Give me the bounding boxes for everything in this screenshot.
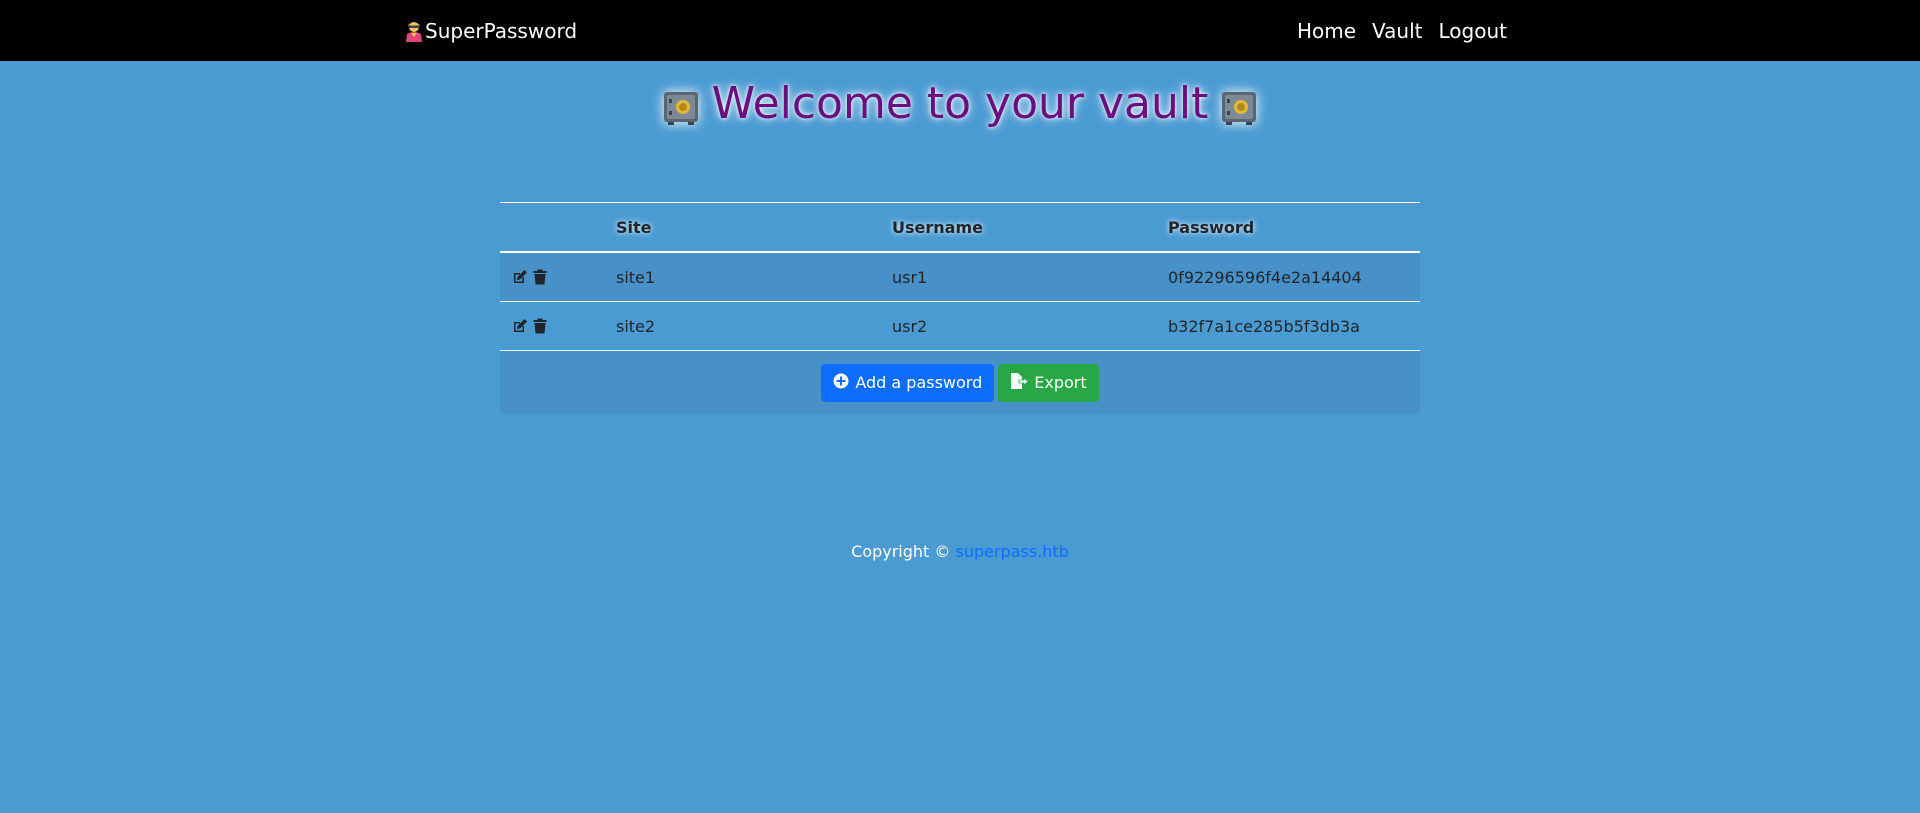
- row-site: site1: [604, 252, 880, 302]
- export-button[interactable]: Export: [998, 363, 1099, 402]
- safe-icon: [662, 85, 700, 125]
- export-label: Export: [1034, 373, 1087, 392]
- column-header-site: Site: [604, 202, 880, 253]
- page-title-text: Welcome to your vault: [711, 78, 1209, 129]
- table-row: site1 usr1 0f92296596f4e2a14404: [500, 252, 1420, 302]
- plus-circle-icon: [833, 373, 849, 393]
- row-actions: [500, 301, 604, 351]
- vault-table-container: Site Username Password site1 usr1 0f9229…: [500, 202, 1420, 414]
- page-title: Welcome to your vault: [0, 76, 1920, 132]
- table-row: site2 usr2 b32f7a1ce285b5f3db3a: [500, 301, 1420, 351]
- file-export-icon: [1010, 372, 1029, 393]
- add-password-button[interactable]: Add a password: [821, 363, 995, 402]
- edit-icon[interactable]: [512, 318, 528, 334]
- nav-logout-link[interactable]: Logout: [1439, 17, 1507, 45]
- copyright-text: Copyright ©: [851, 542, 951, 561]
- add-password-label: Add a password: [855, 373, 983, 392]
- nav-home-link[interactable]: Home: [1297, 17, 1356, 45]
- edit-icon[interactable]: [512, 269, 528, 285]
- nav-vault-link[interactable]: Vault: [1372, 17, 1422, 45]
- table-actions-row: Add a password Export: [500, 351, 1420, 414]
- safe-icon: [1220, 85, 1258, 125]
- column-header-username: Username: [880, 202, 1156, 253]
- column-header-password: Password: [1156, 202, 1420, 253]
- trash-icon[interactable]: [533, 269, 547, 285]
- table-header-row: Site Username Password: [500, 202, 1420, 253]
- row-username: usr1: [880, 252, 1156, 302]
- column-header-actions: [500, 202, 604, 253]
- row-site: site2: [604, 301, 880, 351]
- copyright-footer: Copyright © superpass.htb: [0, 541, 1920, 563]
- brand-link[interactable]: SuperPassword: [404, 17, 577, 45]
- row-actions: [500, 252, 604, 302]
- brand-label: SuperPassword: [425, 19, 578, 43]
- row-username: usr2: [880, 301, 1156, 351]
- superpass-link[interactable]: superpass.htb: [956, 542, 1069, 561]
- nav-links: Home Vault Logout: [1297, 17, 1507, 45]
- superhero-icon: [404, 20, 424, 42]
- row-password: 0f92296596f4e2a14404: [1156, 252, 1420, 302]
- navbar: SuperPassword Home Vault Logout: [0, 0, 1920, 61]
- trash-icon[interactable]: [533, 318, 547, 334]
- row-password: b32f7a1ce285b5f3db3a: [1156, 301, 1420, 351]
- vault-table: Site Username Password site1 usr1 0f9229…: [500, 202, 1420, 351]
